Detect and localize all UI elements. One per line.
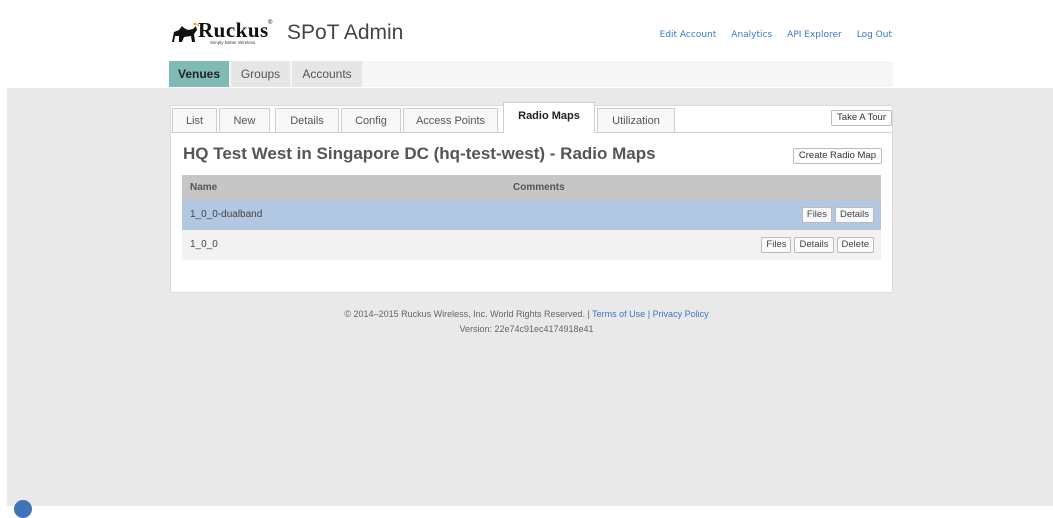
api-explorer-link[interactable]: API Explorer: [787, 30, 842, 40]
page-title: HQ Test West in Singapore DC (hq-test-we…: [183, 144, 656, 163]
logo-tagline: Simply Better Wireless.: [210, 40, 257, 45]
radio-maps-panel: List New Details Config Access Points Ut…: [170, 102, 893, 293]
top-header: Ruckus ® Simply Better Wireless. SPoT Ad…: [0, 0, 1053, 88]
radio-map-name: 1_0_0-dualband: [190, 209, 263, 220]
tab-access-points[interactable]: Access Points: [403, 108, 498, 132]
tab-details[interactable]: Details: [275, 108, 339, 132]
logo-registered-mark: ®: [268, 20, 273, 26]
nav-tab-accounts[interactable]: Accounts: [292, 61, 362, 87]
footer-separator: |: [647, 309, 651, 319]
help-widget-icon[interactable]: [14, 500, 32, 518]
files-button[interactable]: Files: [761, 237, 792, 253]
nav-tab-venues[interactable]: Venues: [169, 61, 229, 87]
take-a-tour-button[interactable]: Take A Tour: [831, 110, 892, 126]
tab-new[interactable]: New: [219, 108, 270, 132]
dog-icon: [172, 22, 199, 42]
tab-radio-maps[interactable]: Radio Maps: [503, 102, 595, 133]
column-header-name: Name: [190, 182, 218, 193]
tab-config[interactable]: Config: [341, 108, 401, 132]
log-out-link[interactable]: Log Out: [857, 30, 892, 40]
details-button[interactable]: Details: [794, 237, 834, 253]
nav-tab-groups[interactable]: Groups: [231, 61, 290, 87]
version-text: Version: 22e74c91ec4174918e41: [459, 324, 594, 334]
table-row[interactable]: 1_0_0-dualband Files Details: [182, 200, 881, 230]
venue-tabs: List New Details Config Access Points Ut…: [171, 102, 892, 133]
details-button[interactable]: Details: [834, 207, 874, 223]
delete-button[interactable]: Delete: [836, 237, 874, 253]
row-actions: Files Details Delete: [761, 237, 874, 253]
footer-copyright-line: © 2014–2015 Ruckus Wireless, Inc. World …: [0, 309, 1053, 319]
account-links: Edit Account Analytics API Explorer Log …: [660, 30, 892, 40]
analytics-link[interactable]: Analytics: [731, 30, 772, 40]
table-header: Name Comments: [182, 175, 881, 200]
edit-account-link[interactable]: Edit Account: [660, 30, 717, 40]
privacy-policy-link[interactable]: Privacy Policy: [653, 309, 709, 319]
tab-list[interactable]: List: [172, 108, 217, 132]
column-header-comments: Comments: [513, 182, 565, 193]
ruckus-logo[interactable]: Ruckus ® Simply Better Wireless.: [170, 14, 278, 50]
radio-map-name: 1_0_0: [190, 239, 218, 250]
tab-utilization[interactable]: Utilization: [597, 108, 675, 132]
app-title: SPoT Admin: [287, 21, 404, 44]
copyright-text: © 2014–2015 Ruckus Wireless, Inc. World …: [344, 309, 590, 319]
terms-of-use-link[interactable]: Terms of Use: [592, 309, 645, 319]
row-actions: Files Details: [801, 207, 874, 223]
files-button[interactable]: Files: [801, 207, 832, 223]
create-radio-map-button[interactable]: Create Radio Map: [792, 148, 882, 164]
table-row[interactable]: 1_0_0 Files Details Delete: [182, 230, 881, 260]
main-nav: Venues Groups Accounts: [169, 61, 893, 87]
